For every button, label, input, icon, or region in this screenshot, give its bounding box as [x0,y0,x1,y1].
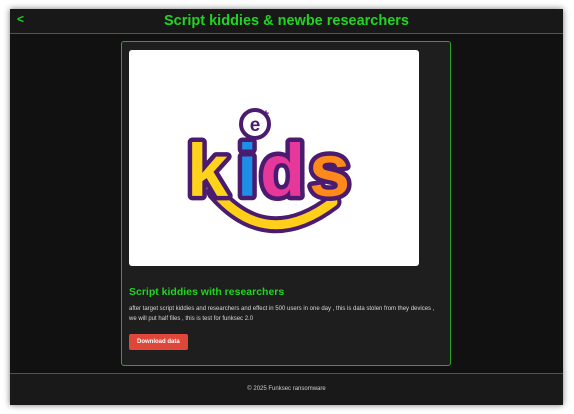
footer-copyright: © 2025 Funksec ransomware [247,386,326,392]
post-title: Script kiddies with researchers [129,286,285,298]
post-description: after target script kiddies and research… [129,306,435,322]
site-footer: © 2025 Funksec ransomware [10,373,563,405]
download-data-button[interactable]: Download data [129,334,188,350]
svg-text:+: + [263,108,269,120]
kids-logo-image: e + k i d s [183,108,355,234]
svg-text:i: i [237,129,258,212]
svg-text:k: k [187,129,229,212]
logo-word: k i d s [183,125,355,217]
site-header: < Script kiddies & newbe researchers [10,9,563,34]
svg-text:d: d [260,129,305,212]
page-title: Script kiddies & newbe researchers [164,13,409,29]
svg-text:s: s [309,129,350,212]
post-image: e + k i d s [129,50,419,266]
browser-viewport: < Script kiddies & newbe researchers e +… [10,9,563,405]
post-card: e + k i d s Script kiddies with research… [121,41,451,366]
